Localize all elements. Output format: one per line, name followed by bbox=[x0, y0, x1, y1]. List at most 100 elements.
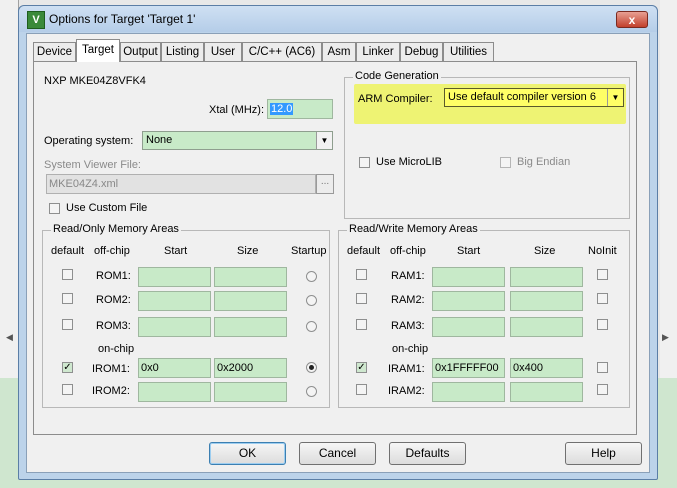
tab-listing[interactable]: Listing bbox=[161, 42, 204, 61]
irom1-startup-radio[interactable] bbox=[306, 362, 317, 373]
rom1-size-input[interactable] bbox=[214, 267, 287, 287]
rw-header-start: Start bbox=[457, 245, 481, 257]
ram2-start-input[interactable] bbox=[432, 291, 505, 311]
ro-header-start: Start bbox=[164, 245, 188, 257]
rom3-startup-radio[interactable] bbox=[306, 321, 317, 332]
irom1-start-input[interactable]: 0x0 bbox=[138, 358, 211, 378]
irom2-startup-radio[interactable] bbox=[306, 386, 317, 397]
rw-header-noinit: NoInit bbox=[588, 245, 617, 257]
iram2-start-input[interactable] bbox=[432, 382, 505, 402]
iram1-start-input[interactable]: 0x1FFFFF00 bbox=[432, 358, 505, 378]
rw-header-default: default bbox=[347, 245, 381, 257]
rom2-startup-radio[interactable] bbox=[306, 295, 317, 306]
ram1-label: RAM1: bbox=[391, 270, 425, 282]
code-generation-title: Code Generation bbox=[353, 70, 441, 82]
target-tab-panel: NXP MKE04Z8VFK4 Xtal (MHz): 12.0 Operati… bbox=[33, 61, 637, 435]
rom2-size-input[interactable] bbox=[214, 291, 287, 311]
compiler-label: ARM Compiler: bbox=[358, 93, 433, 105]
scroll-left-icon[interactable]: ◀ bbox=[6, 332, 13, 343]
rw-header-size: Size bbox=[534, 245, 556, 257]
iram1-noinit-checkbox[interactable] bbox=[597, 362, 608, 373]
use-custom-file-checkbox[interactable] bbox=[49, 203, 60, 214]
microlib-checkbox[interactable] bbox=[359, 157, 370, 168]
close-button[interactable]: x bbox=[616, 11, 648, 28]
cancel-button[interactable]: Cancel bbox=[299, 442, 376, 465]
big-endian-label: Big Endian bbox=[517, 156, 571, 168]
rom3-label: ROM3: bbox=[96, 320, 131, 332]
xtal-input[interactable]: 12.0 bbox=[267, 99, 333, 119]
irom2-default-checkbox[interactable] bbox=[62, 384, 73, 395]
ram3-start-input[interactable] bbox=[432, 317, 505, 337]
rw-memory-title: Read/Write Memory Areas bbox=[347, 223, 480, 235]
rom1-startup-radio[interactable] bbox=[306, 271, 317, 282]
os-select[interactable]: None ▼ bbox=[142, 131, 333, 150]
title-bar: V Options for Target 'Target 1' x bbox=[19, 6, 657, 32]
rom2-label: ROM2: bbox=[96, 294, 131, 306]
rom3-default-checkbox[interactable] bbox=[62, 319, 73, 330]
tab-target[interactable]: Target bbox=[76, 39, 120, 62]
ro-header-offchip: off-chip bbox=[94, 245, 130, 257]
ram1-size-input[interactable] bbox=[510, 267, 583, 287]
microlib-label: Use MicroLIB bbox=[376, 156, 443, 168]
ram2-default-checkbox[interactable] bbox=[356, 293, 367, 304]
help-button[interactable]: Help bbox=[565, 442, 642, 465]
app-icon: V bbox=[27, 11, 45, 29]
tab-utilities[interactable]: Utilities bbox=[443, 42, 494, 61]
rom3-size-input[interactable] bbox=[214, 317, 287, 337]
ram3-label: RAM3: bbox=[391, 320, 425, 332]
rom1-start-input[interactable] bbox=[138, 267, 211, 287]
tab-debug[interactable]: Debug bbox=[400, 42, 443, 61]
irom1-label: IROM1: bbox=[92, 363, 130, 375]
irom1-size-input[interactable]: 0x2000 bbox=[214, 358, 287, 378]
big-endian-checkbox[interactable] bbox=[500, 157, 511, 168]
use-custom-file-label: Use Custom File bbox=[66, 202, 148, 214]
irom2-label: IROM2: bbox=[92, 385, 130, 397]
ram2-noinit-checkbox[interactable] bbox=[597, 293, 608, 304]
irom1-default-checkbox[interactable]: ✓ bbox=[62, 362, 73, 373]
iram1-size-input[interactable]: 0x400 bbox=[510, 358, 583, 378]
tab-cc-ac6[interactable]: C/C++ (AC6) bbox=[242, 42, 322, 61]
rom2-start-input[interactable] bbox=[138, 291, 211, 311]
ro-header-size: Size bbox=[237, 245, 259, 257]
iram2-default-checkbox[interactable] bbox=[356, 384, 367, 395]
chevron-down-icon: ▼ bbox=[316, 132, 332, 149]
svf-label: System Viewer File: bbox=[44, 159, 141, 171]
rom1-default-checkbox[interactable] bbox=[62, 269, 73, 280]
ram3-noinit-checkbox[interactable] bbox=[597, 319, 608, 330]
tab-asm[interactable]: Asm bbox=[322, 42, 356, 61]
tab-device[interactable]: Device bbox=[33, 42, 76, 61]
ram1-default-checkbox[interactable] bbox=[356, 269, 367, 280]
iram1-label: IRAM1: bbox=[388, 363, 425, 375]
tab-user[interactable]: User bbox=[204, 42, 242, 61]
defaults-button[interactable]: Defaults bbox=[389, 442, 466, 465]
ram1-start-input[interactable] bbox=[432, 267, 505, 287]
svf-input[interactable]: MKE04Z4.xml bbox=[46, 174, 316, 194]
ram2-label: RAM2: bbox=[391, 294, 425, 306]
ram2-size-input[interactable] bbox=[510, 291, 583, 311]
rom2-default-checkbox[interactable] bbox=[62, 293, 73, 304]
svf-browse-button[interactable]: ... bbox=[316, 174, 334, 194]
compiler-select[interactable]: Use default compiler version 6 ▼ bbox=[444, 88, 624, 107]
ro-header-startup: Startup bbox=[291, 245, 327, 257]
dialog-client: Device Target Output Listing User C/C++ … bbox=[26, 33, 650, 473]
iram2-size-input[interactable] bbox=[510, 382, 583, 402]
iram2-noinit-checkbox[interactable] bbox=[597, 384, 608, 395]
rom1-label: ROM1: bbox=[96, 270, 131, 282]
ram3-default-checkbox[interactable] bbox=[356, 319, 367, 330]
irom2-start-input[interactable] bbox=[138, 382, 211, 402]
iram1-default-checkbox[interactable]: ✓ bbox=[356, 362, 367, 373]
rw-onchip-label: on-chip bbox=[392, 343, 429, 355]
ro-header-default: default bbox=[51, 245, 85, 257]
irom2-size-input[interactable] bbox=[214, 382, 287, 402]
os-label: Operating system: bbox=[44, 135, 134, 147]
tab-linker[interactable]: Linker bbox=[356, 42, 400, 61]
tab-output[interactable]: Output bbox=[120, 42, 161, 61]
ram3-size-input[interactable] bbox=[510, 317, 583, 337]
ram1-noinit-checkbox[interactable] bbox=[597, 269, 608, 280]
ro-onchip-label: on-chip bbox=[98, 343, 135, 355]
scroll-right-icon[interactable]: ▶ bbox=[662, 332, 669, 343]
ro-memory-title: Read/Only Memory Areas bbox=[51, 223, 181, 235]
xtal-label: Xtal (MHz): bbox=[209, 104, 264, 116]
ok-button[interactable]: OK bbox=[209, 442, 286, 465]
rom3-start-input[interactable] bbox=[138, 317, 211, 337]
